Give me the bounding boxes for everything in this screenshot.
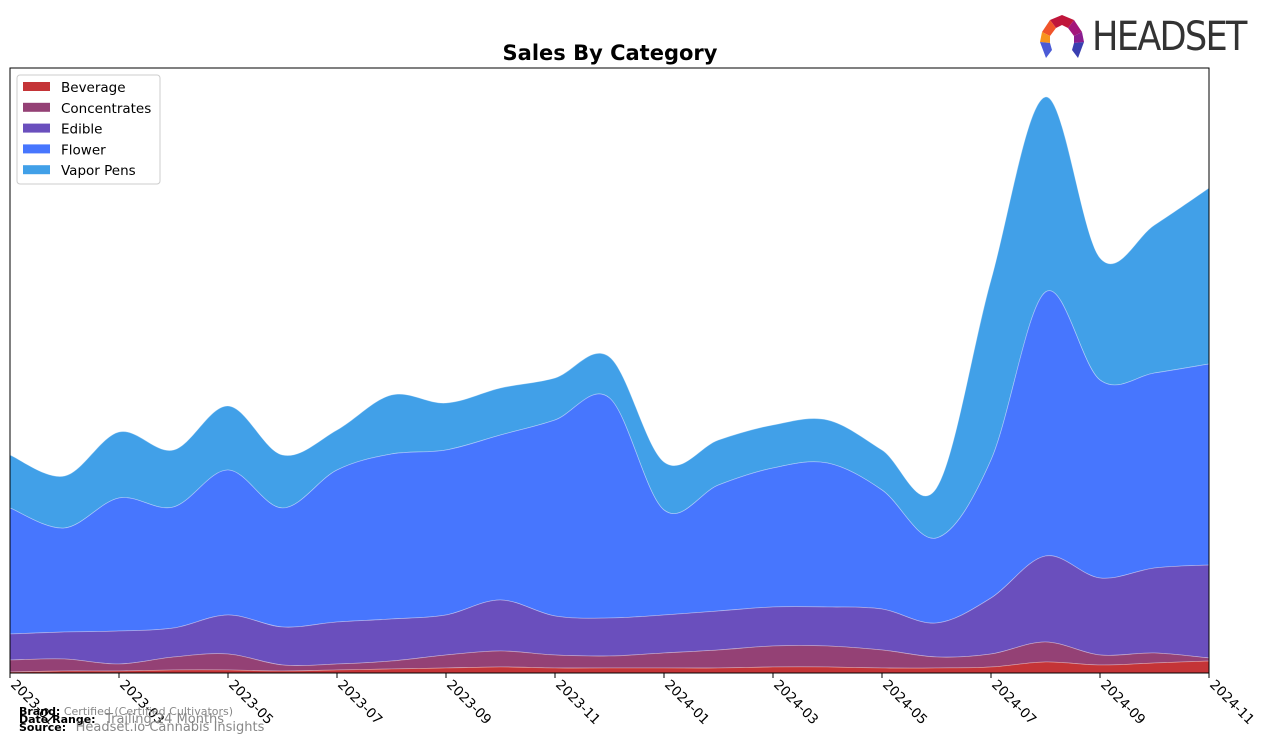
x-tick-label: 2023-07 <box>334 677 385 728</box>
legend-swatch-edible <box>23 123 50 133</box>
x-tick-label: 2023-11 <box>552 677 603 728</box>
x-tick-label: 2024-01 <box>661 677 712 728</box>
headset-logo: HEADSET <box>1036 12 1266 64</box>
headset-logo-text: HEADSET <box>1092 14 1247 60</box>
x-tick-label: 2024-03 <box>770 677 821 728</box>
legend-label-vapor-pens: Vapor Pens <box>61 163 136 179</box>
x-tick-label: 2024-11 <box>1206 677 1257 728</box>
area-layers <box>9 96 1210 674</box>
chart-title: Sales By Category <box>503 41 718 65</box>
legend-swatch-beverage <box>23 82 50 91</box>
x-tick-label: 2024-07 <box>988 677 1039 728</box>
legend-swatch-vapor-pens <box>23 165 50 175</box>
x-tick-label: 2024-05 <box>879 677 930 728</box>
headset-logo-icon <box>1040 15 1084 58</box>
source-label: Source: <box>19 721 67 734</box>
footer-source: Source: Headset.io Cannabis Insights <box>19 721 264 734</box>
source-value: Headset.io Cannabis Insights <box>75 720 265 735</box>
legend-label-beverage: Beverage <box>61 80 126 96</box>
legend-label-flower: Flower <box>61 142 106 158</box>
x-tick-label: 2024-09 <box>1097 677 1148 728</box>
legend-swatch-flower <box>23 144 50 154</box>
legend-label-edible: Edible <box>61 122 102 138</box>
x-tick-label: 2023-09 <box>443 677 494 728</box>
legend: Beverage Concentrates Edible Flower Vapor Pe… <box>16 74 161 185</box>
sales-by-category-chart: Sales By Category 2023-01 2023-03 2023-05 2… <box>7 41 1257 728</box>
legend-swatch-concentrates <box>23 102 50 112</box>
legend-label-concentrates: Concentrates <box>61 101 151 117</box>
